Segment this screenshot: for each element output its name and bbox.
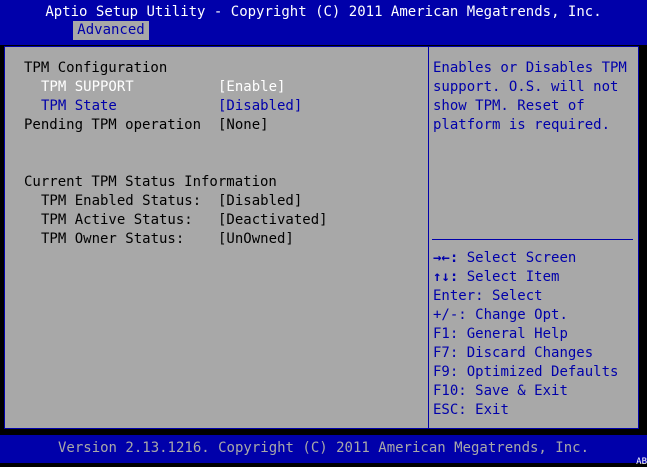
tpm-support-label[interactable]: TPM SUPPORT bbox=[41, 78, 134, 97]
status-section-title: Current TPM Status Information bbox=[24, 174, 277, 190]
key-label: F10: bbox=[433, 383, 467, 399]
key-action: Select Item bbox=[466, 269, 560, 285]
pending-tpm-operation-value: [None] bbox=[218, 117, 269, 133]
key-label: ↑↓: bbox=[433, 269, 459, 285]
main-panel: TPM Configuration TPM SUPPORT [Enable] T… bbox=[4, 46, 639, 429]
key-select-item: ↑↓: Select Item bbox=[433, 268, 618, 287]
key-action: Select bbox=[492, 288, 543, 304]
key-label: ESC: bbox=[433, 402, 467, 418]
key-action: Save & Exit bbox=[475, 383, 568, 399]
key-label: F9: bbox=[433, 364, 459, 380]
tpm-enabled-status-value: [Disabled] bbox=[218, 193, 303, 209]
key-f1: F1: General Help bbox=[433, 325, 618, 344]
key-f7: F7: Discard Changes bbox=[433, 344, 618, 363]
help-divider-horizontal bbox=[432, 239, 633, 240]
footer-bar: Version 2.13.1216. Copyright (C) 2011 Am… bbox=[0, 435, 647, 463]
tpm-owner-status-value: [UnOwned] bbox=[218, 231, 294, 247]
help-text: Enables or Disables TPM support. O.S. wi… bbox=[433, 60, 627, 133]
key-label: +/-: bbox=[433, 307, 467, 323]
corner-code: AB bbox=[636, 457, 647, 467]
key-select-screen: →←: Select Screen bbox=[433, 249, 618, 268]
tpm-state-label[interactable]: TPM State bbox=[41, 97, 117, 116]
key-action: Optimized Defaults bbox=[466, 364, 619, 380]
key-esc: ESC: Exit bbox=[433, 401, 618, 420]
tpm-active-status-value: [Deactivated] bbox=[218, 212, 328, 228]
title-bar: Aptio Setup Utility - Copyright (C) 2011… bbox=[0, 0, 647, 45]
key-action: Discard Changes bbox=[466, 345, 594, 361]
key-action: General Help bbox=[466, 326, 568, 342]
key-action: Select Screen bbox=[466, 250, 577, 266]
key-change-opt: +/-: Change Opt. bbox=[433, 306, 618, 325]
key-label: F1: bbox=[433, 326, 459, 342]
key-legend: →←: Select Screen ↑↓: Select Item Enter:… bbox=[433, 249, 618, 420]
key-label: F7: bbox=[433, 345, 459, 361]
panel-divider-vertical bbox=[428, 47, 429, 428]
tpm-active-status-label: TPM Active Status: bbox=[41, 212, 193, 228]
key-f9: F9: Optimized Defaults bbox=[433, 363, 618, 382]
key-action: Change Opt. bbox=[475, 307, 568, 323]
key-label: →←: bbox=[433, 250, 459, 266]
tpm-owner-status-label: TPM Owner Status: bbox=[41, 231, 185, 247]
tpm-enabled-status-label: TPM Enabled Status: bbox=[41, 193, 202, 209]
key-label: Enter: bbox=[433, 288, 484, 304]
key-f10: F10: Save & Exit bbox=[433, 382, 618, 401]
pending-tpm-operation-label: Pending TPM operation bbox=[24, 117, 202, 133]
version-text: Version 2.13.1216. Copyright (C) 2011 Am… bbox=[57, 440, 589, 456]
key-enter: Enter: Select bbox=[433, 287, 618, 306]
app-title: Aptio Setup Utility - Copyright (C) 2011… bbox=[45, 4, 602, 20]
tpm-state-value[interactable]: [Disabled] bbox=[218, 97, 302, 116]
key-action: Exit bbox=[475, 402, 509, 418]
tab-advanced[interactable]: Advanced bbox=[73, 21, 149, 40]
section-title: TPM Configuration bbox=[24, 60, 168, 76]
tpm-support-value[interactable]: [Enable] bbox=[218, 78, 285, 97]
